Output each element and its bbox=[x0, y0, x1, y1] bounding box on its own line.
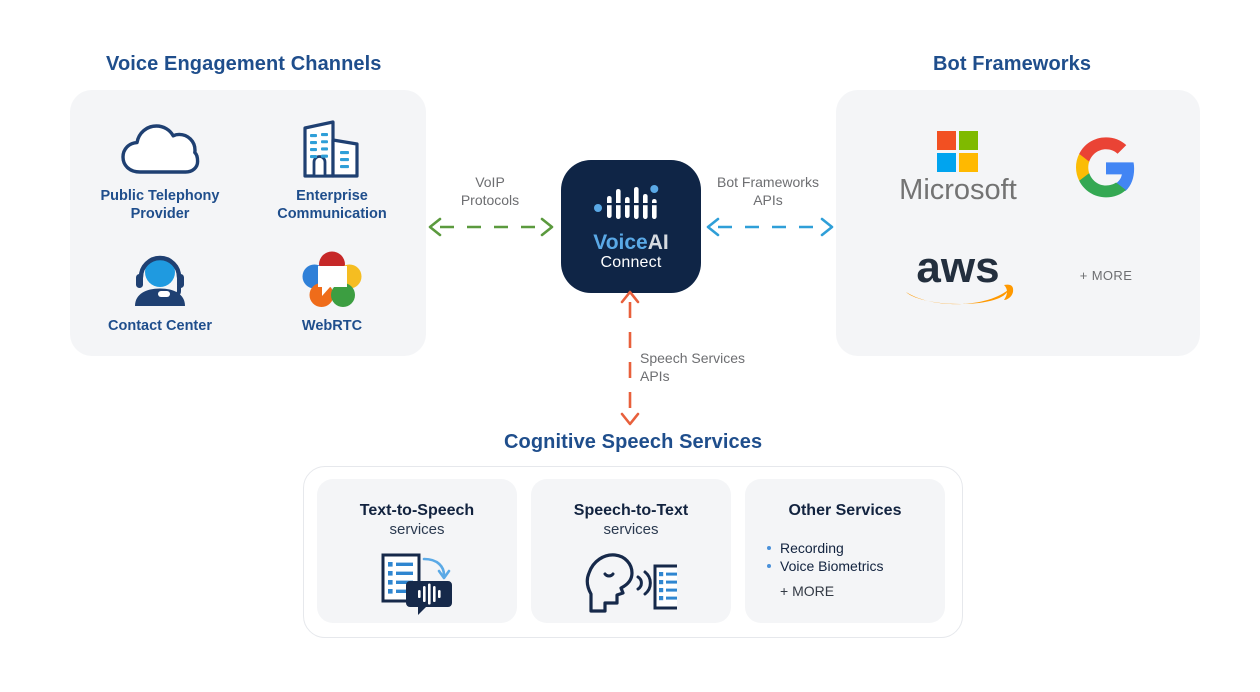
speech-card-other-services[interactable]: Other Services Recording Voice Biometric… bbox=[745, 479, 945, 623]
speaking-head-to-document-icon bbox=[531, 551, 731, 613]
aws-logo-icon: aws bbox=[906, 243, 1014, 305]
card-heading: Text-to-Speech services bbox=[317, 501, 517, 539]
microsoft-logo-icon: Microsoft bbox=[899, 131, 1017, 206]
document-to-speech-bubble-icon bbox=[317, 551, 517, 615]
bot-frameworks-apis-connector bbox=[706, 217, 834, 237]
more-label: + MORE bbox=[1079, 267, 1133, 283]
cognitive-speech-services-title: Cognitive Speech Services bbox=[504, 431, 763, 453]
card-subtitle: services bbox=[603, 520, 659, 538]
more-label: + MORE bbox=[780, 583, 835, 600]
list-item: Voice Biometrics bbox=[767, 557, 945, 575]
bot-frameworks-title: Bot Frameworks bbox=[933, 53, 1092, 75]
channel-label: Enterprise Communication bbox=[277, 188, 387, 223]
diagram-canvas: Voice Engagement Channels Public Telepho… bbox=[0, 0, 1260, 692]
office-building-icon bbox=[258, 118, 406, 180]
svg-text:Microsoft: Microsoft bbox=[899, 174, 1017, 206]
bot-frameworks-apis-label: Bot Frameworks APIs bbox=[717, 174, 819, 208]
channel-contact-center[interactable]: Contact Center bbox=[86, 248, 234, 335]
speech-services-apis-label: Speech Services APIs bbox=[640, 350, 746, 384]
voip-protocols-connector bbox=[428, 217, 554, 237]
google-g-logo-icon bbox=[1075, 137, 1135, 198]
card-subtitle: services bbox=[389, 520, 445, 538]
headset-agent-icon bbox=[86, 248, 234, 310]
voiceai-connect-node[interactable]: VoiceAI Connect bbox=[561, 160, 701, 293]
channel-label: Public Telephony Provider bbox=[100, 188, 220, 223]
bot-framework-more: + MORE bbox=[1058, 238, 1154, 312]
card-title: Other Services bbox=[788, 502, 902, 519]
brand-ai: AI bbox=[647, 230, 669, 254]
brand-voice: Voice bbox=[593, 230, 648, 254]
channel-label: Contact Center bbox=[108, 318, 212, 334]
card-title: Text-to-Speech bbox=[359, 502, 475, 519]
channel-webrtc[interactable]: WebRTC bbox=[258, 248, 406, 335]
other-services-list: Recording Voice Biometrics + MORE bbox=[767, 539, 945, 601]
speech-card-speech-to-text[interactable]: Speech-to-Text services bbox=[531, 479, 731, 623]
webrtc-logo-icon bbox=[258, 248, 406, 310]
list-item: Recording bbox=[767, 539, 945, 557]
card-heading: Other Services bbox=[745, 501, 945, 521]
card-heading: Speech-to-Text services bbox=[531, 501, 731, 539]
channel-label: WebRTC bbox=[301, 318, 363, 334]
brand-connect: Connect bbox=[600, 253, 662, 271]
card-title: Speech-to-Text bbox=[573, 502, 689, 519]
channel-enterprise-communication[interactable]: Enterprise Communication bbox=[258, 118, 406, 223]
bot-framework-google[interactable] bbox=[1058, 128, 1154, 208]
voip-protocols-label: VoIP Protocols bbox=[460, 174, 520, 208]
voice-engagement-channels-title: Voice Engagement Channels bbox=[106, 53, 382, 75]
bot-framework-microsoft[interactable]: Microsoft bbox=[878, 128, 1038, 208]
svg-text:aws: aws bbox=[916, 243, 999, 292]
speech-card-text-to-speech[interactable]: Text-to-Speech services bbox=[317, 479, 517, 623]
bot-framework-aws[interactable]: aws bbox=[888, 238, 1036, 312]
channel-public-telephony-provider[interactable]: Public Telephony Provider bbox=[86, 118, 234, 223]
voiceai-connect-brand: VoiceAI Connect bbox=[593, 232, 668, 271]
voice-waveform-icon bbox=[593, 183, 669, 228]
cloud-icon bbox=[86, 118, 234, 180]
